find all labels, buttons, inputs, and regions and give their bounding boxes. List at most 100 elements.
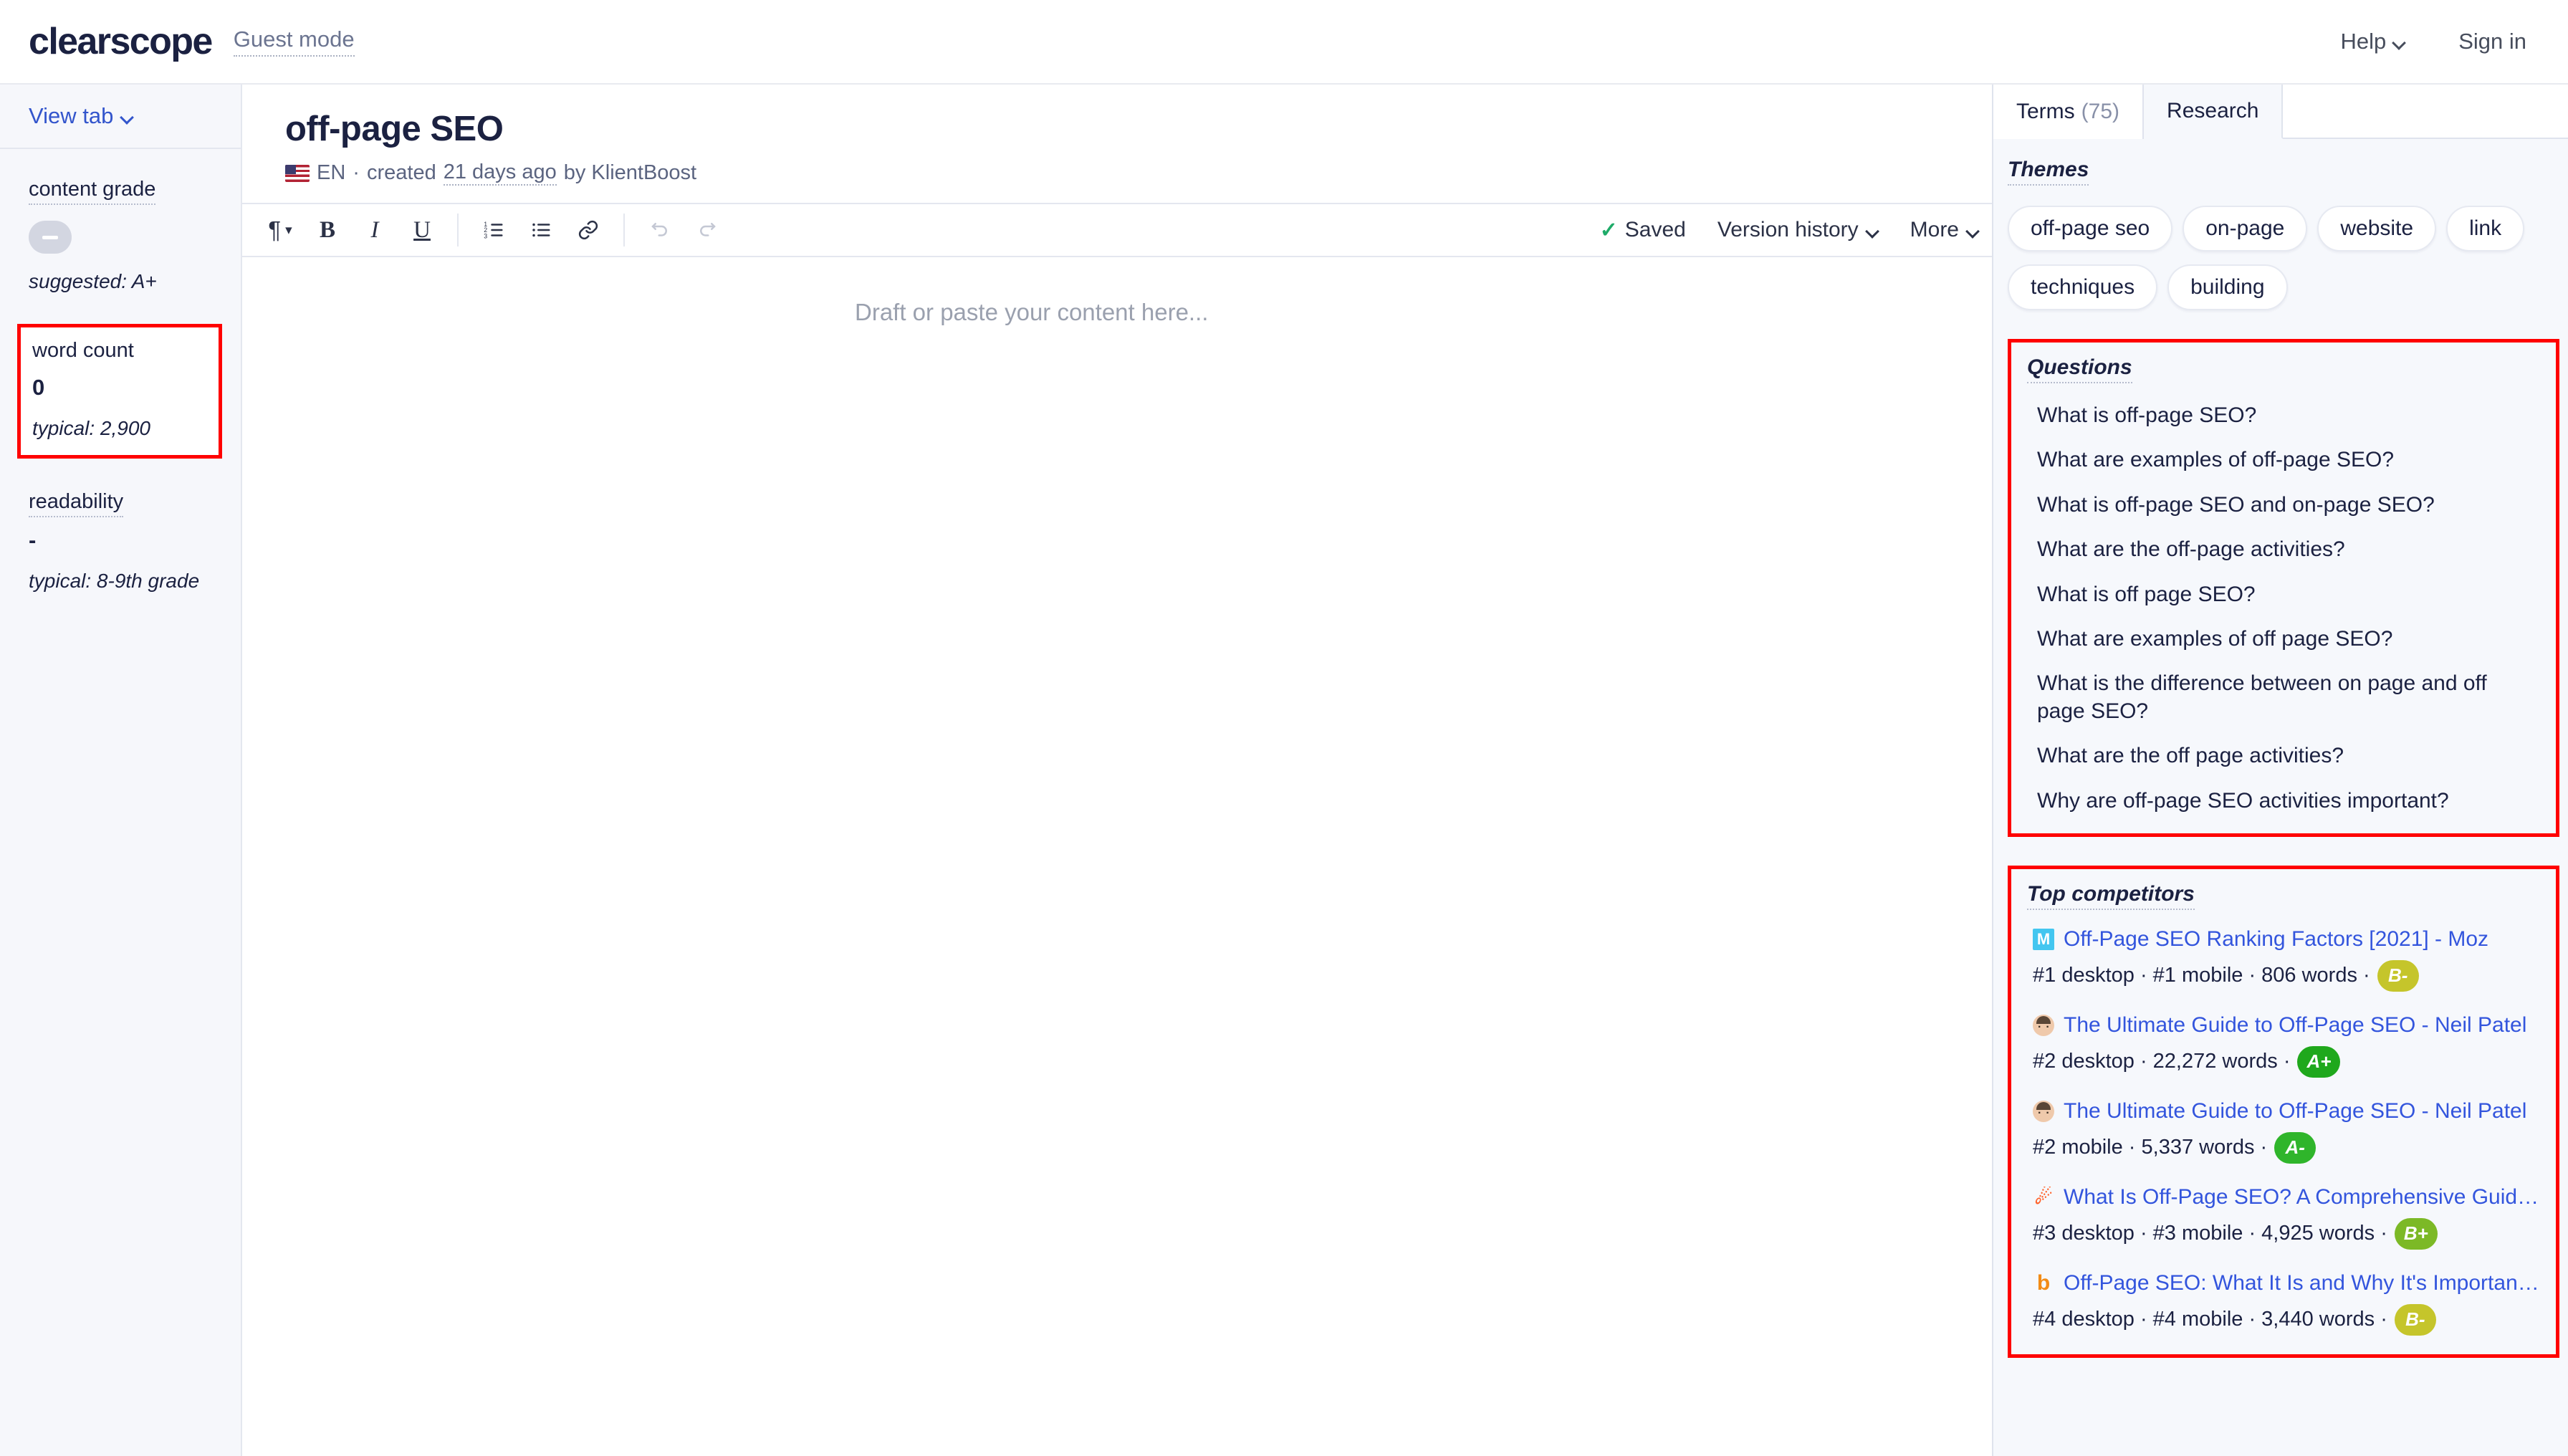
competitor-title: The Ultimate Guide to Off-Page SEO - Nei… — [2064, 1012, 2527, 1037]
grade-badge: B- — [2377, 959, 2419, 992]
list-item: The Ultimate Guide to Off-Page SEO - Nei… — [2024, 1013, 2543, 1099]
check-icon: ✓ — [1599, 218, 1618, 242]
theme-pill[interactable]: link — [2446, 206, 2525, 252]
bold-button[interactable]: B — [304, 210, 351, 250]
readability-label[interactable]: readability — [29, 490, 124, 517]
left-sidebar: View tab content grade suggested: A+ wor… — [0, 85, 242, 1456]
competitor-link[interactable]: The Ultimate Guide to Off-Page SEO - Nei… — [2033, 1099, 2540, 1124]
research-panel: Terms (75) Research Themes off-page seo … — [1992, 85, 2568, 1456]
tab-terms-label: Terms — [2016, 100, 2075, 123]
svg-text:3: 3 — [484, 232, 487, 239]
content-grade-metric: content grade suggested: A+ — [29, 178, 215, 295]
content-grade-badge — [29, 221, 72, 254]
document-created-label: created — [366, 161, 436, 184]
readability-metric: readability - typical: 8-9th grade — [29, 490, 215, 595]
view-tab-row: View tab — [0, 85, 241, 149]
list-item: ☄ What Is Off-Page SEO? A Comprehensive … — [2024, 1185, 2543, 1271]
document-lang: EN — [317, 161, 346, 184]
tab-terms-count: (75) — [2081, 100, 2120, 123]
toolbar-right-group: ✓ Saved Version history More — [1600, 218, 1992, 243]
underline-button[interactable]: U — [398, 210, 446, 250]
theme-pill[interactable]: building — [2167, 264, 2288, 310]
toolbar-divider — [457, 214, 459, 246]
help-menu[interactable]: Help — [2340, 29, 2405, 54]
theme-pill[interactable]: techniques — [2008, 264, 2158, 310]
competitor-stats: #2 desktop · 22,272 words · — [2033, 1050, 2291, 1073]
editor-column: off-page SEO EN · created 21 days ago by… — [242, 85, 1992, 1456]
competitor-title: The Ultimate Guide to Off-Page SEO - Nei… — [2064, 1098, 2527, 1123]
link-button[interactable] — [565, 210, 612, 250]
word-count-typical: typical: 2,900 — [32, 416, 150, 439]
tab-terms[interactable]: Terms (75) — [1993, 85, 2145, 139]
backlinko-icon: b — [2036, 1272, 2051, 1294]
questions-list: What is off-page SEO? What are examples … — [2024, 402, 2543, 818]
top-bar: clearscope Guest mode Help Sign in — [0, 0, 2568, 85]
semrush-icon: ☄ — [2034, 1186, 2053, 1208]
document-created-by: by KlientBoost — [563, 161, 697, 184]
competitor-stats: #4 desktop · #4 mobile · 3,440 words · — [2033, 1308, 2387, 1331]
guest-mode-label[interactable]: Guest mode — [233, 27, 355, 57]
redo-button[interactable] — [684, 210, 731, 250]
chevron-down-icon — [121, 112, 133, 120]
word-count-metric: word count 0 typical: 2,900 — [17, 323, 222, 459]
italic-button[interactable]: I — [351, 210, 398, 250]
document-created-when[interactable]: 21 days ago — [443, 161, 557, 186]
tab-filler — [2283, 85, 2568, 139]
meta-separator: · — [353, 161, 360, 184]
bullet-list-button[interactable] — [517, 210, 565, 250]
competitor-title: Off-Page SEO Ranking Factors [2021] - Mo… — [2064, 926, 2489, 951]
tab-research[interactable]: Research — [2144, 85, 2284, 139]
theme-pill[interactable]: website — [2317, 206, 2437, 252]
competitor-link[interactable]: M Off-Page SEO Ranking Factors [2021] - … — [2033, 927, 2540, 952]
document-meta: EN · created 21 days ago by KlientBoost — [285, 161, 1992, 186]
dash-icon — [42, 235, 58, 239]
list-item[interactable]: What is off-page SEO? — [2024, 402, 2543, 446]
sidebar-metrics: content grade suggested: A+ word count 0… — [0, 149, 241, 626]
competitor-link[interactable]: b Off-Page SEO: What It Is and Why It's … — [2033, 1271, 2540, 1295]
content-grade-suggested: suggested: A+ — [29, 270, 157, 292]
competitor-title: What Is Off-Page SEO? A Comprehensive Gu… — [2064, 1184, 2540, 1209]
paragraph-style-button[interactable]: ¶ ▾ — [257, 210, 304, 250]
view-tab-dropdown[interactable]: View tab — [29, 103, 133, 129]
toolbar-divider — [623, 214, 625, 246]
paragraph-icon: ¶ — [268, 216, 282, 243]
grade-badge: A+ — [2297, 1045, 2341, 1078]
list-item[interactable]: What are the off-page activities? — [2024, 536, 2543, 580]
clearscope-logo[interactable]: clearscope — [29, 20, 213, 63]
version-history-label: Version history — [1717, 218, 1859, 241]
clearscope-app: clearscope Guest mode Help Sign in View … — [0, 0, 2568, 1456]
more-menu[interactable]: More — [1910, 218, 1979, 242]
list-item[interactable]: What is the difference between on page a… — [2024, 670, 2543, 742]
themes-list: off-page seo on-page website link techni… — [1993, 186, 2568, 310]
version-history-menu[interactable]: Version history — [1717, 218, 1879, 242]
top-competitors-section: Top competitors M Off-Page SEO Ranking F… — [2008, 865, 2559, 1358]
content-grade-label[interactable]: content grade — [29, 178, 156, 205]
competitor-meta: #2 mobile · 5,337 words · A- — [2033, 1131, 2540, 1164]
theme-pill[interactable]: off-page seo — [2008, 206, 2173, 252]
view-tab-label: View tab — [29, 103, 114, 128]
editor-canvas[interactable]: Draft or paste your content here... — [242, 257, 1992, 1456]
sign-in-button[interactable]: Sign in — [2458, 29, 2526, 54]
list-item[interactable]: What are examples of off-page SEO? — [2024, 446, 2543, 491]
list-item[interactable]: What is off-page SEO and on-page SEO? — [2024, 492, 2543, 536]
chevron-down-icon — [1967, 226, 1979, 234]
editor-toolbar: ¶ ▾ B I U 1 2 3 ✓ Saved Version history … — [242, 203, 1992, 257]
list-item: M Off-Page SEO Ranking Factors [2021] - … — [2024, 927, 2543, 1013]
tab-research-label: Research — [2167, 99, 2259, 123]
ordered-list-button[interactable]: 1 2 3 — [470, 210, 517, 250]
undo-button[interactable] — [636, 210, 684, 250]
competitor-link[interactable]: The Ultimate Guide to Off-Page SEO - Nei… — [2033, 1013, 2540, 1038]
competitor-meta: #1 desktop · #1 mobile · 806 words · B- — [2033, 959, 2540, 992]
theme-pill[interactable]: on-page — [2183, 206, 2308, 252]
themes-title: Themes — [2008, 158, 2089, 186]
list-item[interactable]: Why are off-page SEO activities importan… — [2024, 787, 2543, 818]
list-item[interactable]: What is off page SEO? — [2024, 581, 2543, 626]
status-badge: ✓ Saved — [1600, 218, 1686, 243]
list-item[interactable]: What are examples of off page SEO? — [2024, 626, 2543, 670]
competitor-meta: #4 desktop · #4 mobile · 3,440 words · B… — [2033, 1303, 2540, 1336]
list-item[interactable]: What are the off page activities? — [2024, 742, 2543, 787]
chevron-down-icon — [1867, 226, 1879, 234]
competitor-link[interactable]: ☄ What Is Off-Page SEO? A Comprehensive … — [2033, 1185, 2540, 1210]
help-label: Help — [2340, 29, 2387, 54]
readability-value: - — [29, 527, 37, 552]
